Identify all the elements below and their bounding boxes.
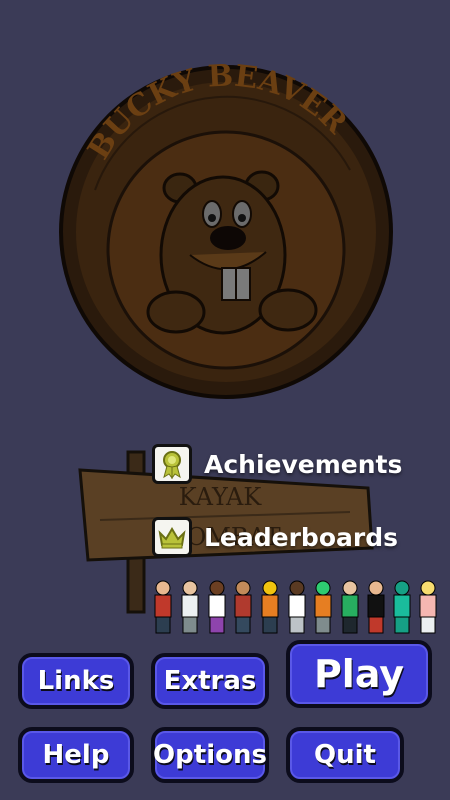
character-2 (181, 580, 199, 634)
play-button[interactable]: Play (286, 640, 432, 708)
leaderboards-row[interactable]: Leaderboards (152, 517, 398, 557)
options-button[interactable]: Options (151, 727, 269, 783)
achievements-row[interactable]: Achievements (152, 444, 402, 484)
ribbon-award-icon[interactable] (152, 444, 192, 484)
character-3 (208, 580, 226, 634)
links-button[interactable]: Links (18, 653, 134, 709)
character-7 (314, 580, 332, 634)
sign-line-1: KAYAK (179, 483, 263, 511)
character-9 (367, 580, 385, 634)
extras-button[interactable]: Extras (151, 653, 269, 709)
bucky-beaver-logo: BUCKY BEAVER (59, 58, 393, 399)
achievements-label[interactable]: Achievements (204, 450, 402, 479)
character-5 (261, 580, 279, 634)
leaderboards-label[interactable]: Leaderboards (204, 523, 398, 552)
character-6 (288, 580, 306, 634)
character-10 (393, 580, 411, 634)
character-11 (419, 580, 437, 634)
help-button[interactable]: Help (18, 727, 134, 783)
quit-button[interactable]: Quit (286, 727, 404, 783)
character-1 (154, 580, 172, 634)
crown-icon[interactable] (152, 517, 192, 557)
characters-lineup (154, 580, 437, 634)
character-8 (341, 580, 359, 634)
character-4 (234, 580, 252, 634)
